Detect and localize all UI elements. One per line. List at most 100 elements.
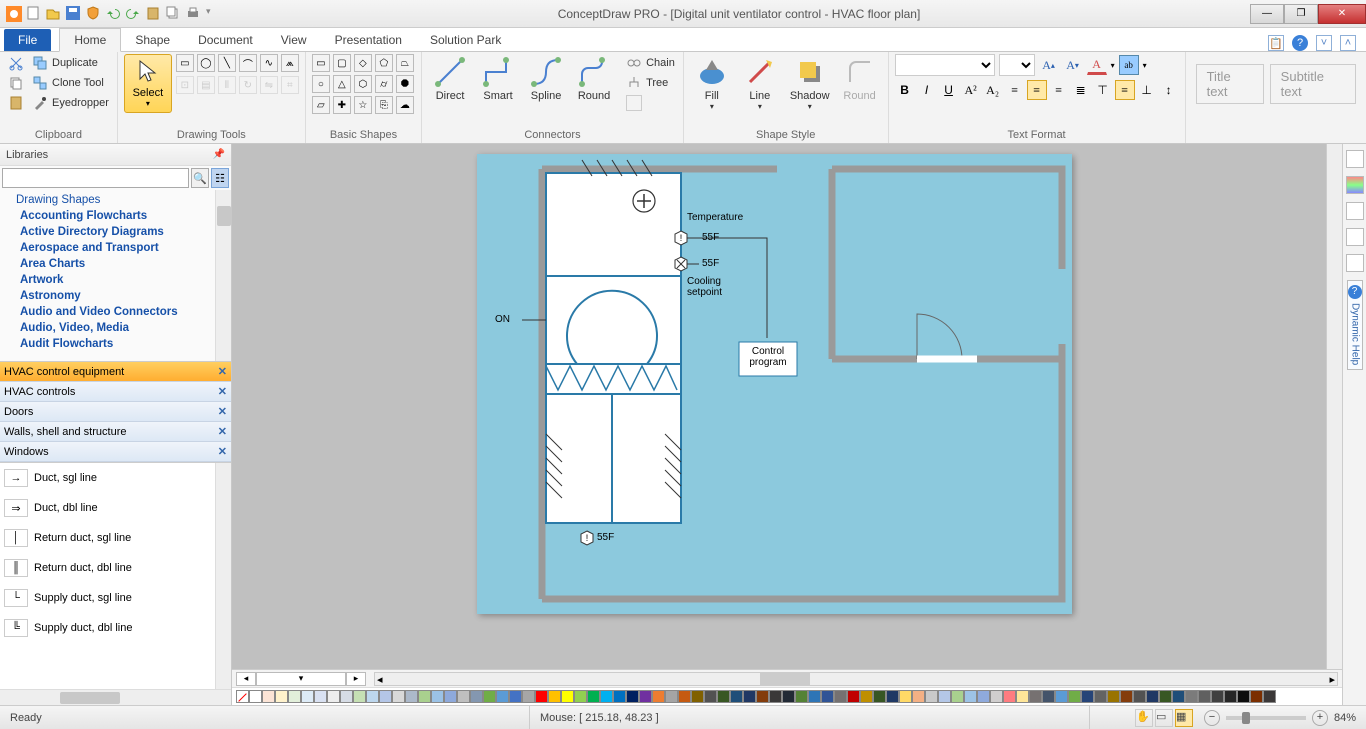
close-icon[interactable]: ✕ xyxy=(218,365,227,378)
first-page-button[interactable]: ◂ xyxy=(236,672,256,686)
print-icon[interactable] xyxy=(186,6,202,22)
text-direction-button[interactable]: ↕ xyxy=(1159,80,1179,100)
color-swatch[interactable] xyxy=(652,690,665,703)
shapes-scrollbar[interactable] xyxy=(215,463,231,689)
color-swatch[interactable] xyxy=(392,690,405,703)
color-swatch[interactable] xyxy=(249,690,262,703)
color-swatch[interactable] xyxy=(1237,690,1250,703)
valign-bottom-button[interactable]: ⊥ xyxy=(1137,80,1157,100)
distribute-tool[interactable]: ⫴ xyxy=(218,76,236,94)
tree-scrollbar[interactable] xyxy=(215,190,231,361)
color-swatch[interactable] xyxy=(743,690,756,703)
shape-pentagon[interactable]: ⬠ xyxy=(375,54,393,72)
color-swatch[interactable] xyxy=(1068,690,1081,703)
close-icon[interactable]: ✕ xyxy=(218,385,227,398)
shape-parallelogram[interactable]: ▱ xyxy=(312,96,330,114)
line-button[interactable]: Line▾ xyxy=(738,54,782,113)
round-corners-button[interactable]: Round xyxy=(838,54,882,104)
color-swatch[interactable] xyxy=(574,690,587,703)
title-text-box[interactable]: Title text xyxy=(1196,64,1264,104)
color-swatch[interactable] xyxy=(756,690,769,703)
shape-cylinder[interactable]: ⌭ xyxy=(375,75,393,93)
font-color-button[interactable]: A xyxy=(1087,55,1107,75)
library-tree[interactable]: Drawing Shapes Accounting Flowcharts Act… xyxy=(0,190,231,362)
drawing-page[interactable]: ! xyxy=(477,154,1072,614)
rectangle-tool[interactable]: ▭ xyxy=(176,54,194,72)
align-tool[interactable]: ▤ xyxy=(197,76,215,94)
align-panel-icon[interactable] xyxy=(1346,228,1364,246)
tree-connector-button[interactable]: Tree xyxy=(624,74,677,92)
eyedropper-button[interactable]: Eyedropper xyxy=(30,94,111,112)
connector-more[interactable] xyxy=(624,94,677,112)
color-swatch[interactable] xyxy=(847,690,860,703)
smart-connector-button[interactable]: Smart xyxy=(476,54,520,104)
color-swatch[interactable] xyxy=(912,690,925,703)
edit-nodes-tool[interactable]: ⊡ xyxy=(176,76,194,94)
help-icon[interactable]: ? xyxy=(1292,35,1308,51)
highlight-button[interactable]: ab xyxy=(1119,55,1139,75)
presentation-mode-icon[interactable]: ▦ xyxy=(1175,709,1193,727)
color-swatch[interactable] xyxy=(366,690,379,703)
color-swatch[interactable] xyxy=(951,690,964,703)
rotate-tool[interactable]: ↻ xyxy=(239,76,257,94)
color-swatch[interactable] xyxy=(782,690,795,703)
color-swatch[interactable] xyxy=(600,690,613,703)
redo-icon[interactable] xyxy=(126,6,142,22)
ellipse-tool[interactable]: ◯ xyxy=(197,54,215,72)
color-swatch[interactable] xyxy=(1133,690,1146,703)
italic-button[interactable]: I xyxy=(917,80,937,100)
open-icon[interactable] xyxy=(46,6,62,22)
chain-connector-button[interactable]: Chain xyxy=(624,54,677,72)
color-swatch[interactable] xyxy=(522,690,535,703)
shape-star[interactable]: ☆ xyxy=(354,96,372,114)
tab-home[interactable]: Home xyxy=(59,28,121,52)
subscript-button[interactable]: A₂ xyxy=(983,80,1003,100)
align-center-button[interactable]: ≡ xyxy=(1027,80,1047,100)
color-swatch[interactable] xyxy=(379,690,392,703)
color-swatch[interactable] xyxy=(535,690,548,703)
color-swatch[interactable] xyxy=(1042,690,1055,703)
color-swatch[interactable] xyxy=(1120,690,1133,703)
color-swatch[interactable] xyxy=(496,690,509,703)
new-icon[interactable] xyxy=(26,6,42,22)
color-swatch[interactable] xyxy=(1094,690,1107,703)
save-icon[interactable] xyxy=(66,6,82,22)
color-swatch[interactable] xyxy=(1081,690,1094,703)
shape-hexagon[interactable]: ⬡ xyxy=(354,75,372,93)
color-swatch[interactable] xyxy=(938,690,951,703)
color-swatch[interactable] xyxy=(925,690,938,703)
color-swatch[interactable] xyxy=(431,690,444,703)
category-walls[interactable]: Walls, shell and structure✕ xyxy=(0,422,231,442)
expand-ribbon-icon[interactable]: ˄ xyxy=(1340,35,1356,51)
shadow-button[interactable]: Shadow▾ xyxy=(786,54,834,113)
color-swatch[interactable] xyxy=(327,690,340,703)
tree-item[interactable]: Audio, Video, Media xyxy=(0,320,231,336)
shape-cloud[interactable]: ☁ xyxy=(396,96,414,114)
no-fill-swatch[interactable] xyxy=(236,690,249,703)
flip-tool[interactable]: ⇋ xyxy=(260,76,278,94)
color-swatch[interactable] xyxy=(561,690,574,703)
color-swatch[interactable] xyxy=(821,690,834,703)
shape-item[interactable]: └Supply duct, sgl line xyxy=(0,583,231,613)
close-icon[interactable]: ✕ xyxy=(218,445,227,458)
color-swatch[interactable] xyxy=(1003,690,1016,703)
color-swatch[interactable] xyxy=(626,690,639,703)
libraries-hscroll[interactable] xyxy=(0,689,231,705)
shield-icon[interactable] xyxy=(86,6,102,22)
color-swatch[interactable] xyxy=(769,690,782,703)
color-swatch[interactable] xyxy=(353,690,366,703)
layers-panel-icon[interactable] xyxy=(1346,176,1364,194)
shape-item[interactable]: │Return duct, sgl line xyxy=(0,523,231,553)
shrink-font-button[interactable]: A▾ xyxy=(1063,55,1083,75)
category-hvac-equipment[interactable]: HVAC control equipment✕ xyxy=(0,362,231,382)
shape-triangle[interactable]: △ xyxy=(333,75,351,93)
edit-mode-icon[interactable]: ▭ xyxy=(1155,709,1173,727)
shape-octagon[interactable]: ⯃ xyxy=(396,75,414,93)
file-menu-button[interactable]: File xyxy=(4,29,51,51)
crop-tool[interactable]: ⌗ xyxy=(281,76,299,94)
tree-item[interactable]: Area Charts xyxy=(0,256,231,272)
color-swatch[interactable] xyxy=(288,690,301,703)
shape-document[interactable]: ⎘ xyxy=(375,96,393,114)
shape-cross[interactable]: ✚ xyxy=(333,96,351,114)
tab-view[interactable]: View xyxy=(267,29,321,51)
